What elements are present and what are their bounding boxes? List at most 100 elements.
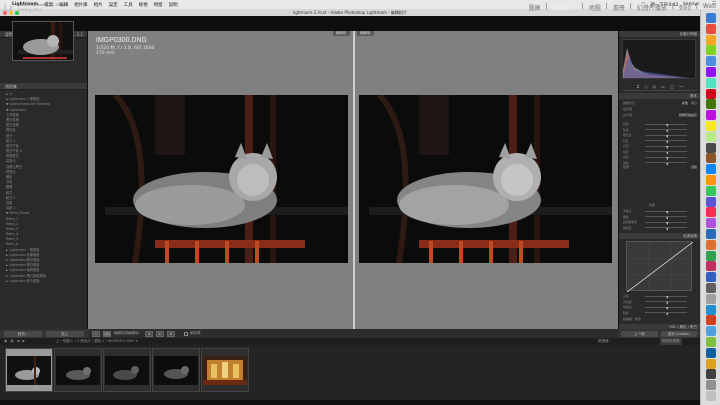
zoom-1-1[interactable]: 1:1 (77, 31, 83, 37)
dock-app-icon[interactable] (706, 218, 716, 229)
forward-arrow-icon[interactable]: ▶ (22, 338, 25, 345)
menu-settings[interactable]: 設定 (109, 2, 118, 8)
crop-tool-icon[interactable]: ⌗ (637, 84, 639, 89)
soft-proof-checkbox[interactable] (184, 331, 188, 336)
wb-select[interactable]: 相機原始設定 (679, 113, 697, 117)
tone-curve-header[interactable]: 色調曲線 (619, 233, 701, 239)
filmstrip-thumb[interactable] (201, 348, 249, 392)
filmstrip-source[interactable]: 上一個匯入 / 4 張相片 / 選取 1 / IMGP0300.DNG ▾ (56, 338, 138, 345)
module-library[interactable]: 圖庫 (529, 3, 541, 12)
dock-app-icon[interactable] (706, 347, 716, 358)
adjust-slider[interactable]: 白色 (623, 155, 697, 161)
module-develop[interactable]: 編輯相片 (553, 3, 577, 12)
adjust-slider[interactable]: 暗色調 (623, 305, 697, 311)
slider-knob[interactable] (666, 227, 669, 231)
before-photo[interactable] (95, 95, 348, 263)
histogram-header[interactable]: 色階分佈圖 (619, 31, 701, 37)
adjust-slider[interactable]: 清晰度 (623, 209, 697, 215)
profile-label[interactable]: 設定檔 (623, 107, 632, 111)
dock-app-icon[interactable] (706, 207, 716, 218)
previous-button[interactable]: 上一個 (621, 330, 658, 337)
red-eye-icon[interactable]: ◎ (653, 84, 657, 89)
dock-app-icon[interactable] (706, 175, 716, 185)
slider-track[interactable] (645, 312, 687, 316)
reset-button[interactable]: 重設 (Adobe) (660, 330, 697, 337)
slider-track[interactable] (645, 162, 687, 166)
dock-app-icon[interactable] (706, 315, 716, 326)
dock-app-icon[interactable] (706, 261, 716, 272)
slider-track[interactable] (645, 227, 687, 231)
filmstrip-thumb[interactable] (103, 348, 151, 392)
dock-app-icon[interactable] (706, 358, 716, 369)
slider-knob[interactable] (666, 312, 669, 316)
filmstrip-thumb[interactable] (152, 348, 200, 392)
adjust-slider[interactable]: 細節 (623, 215, 697, 220)
menu-help[interactable]: 說明 (169, 2, 178, 8)
dock-app-icon[interactable] (706, 283, 716, 293)
copy-after-to-before-icon[interactable]: ⇇ (156, 330, 164, 337)
adjust-slider[interactable]: 黑色 (623, 161, 697, 166)
swap-before-after-icon[interactable]: ⇄ (167, 330, 175, 337)
module-print[interactable]: 列印 (679, 3, 691, 12)
dock-app-icon[interactable] (706, 369, 716, 380)
back-arrow-icon[interactable]: ◀ (17, 338, 20, 345)
grid-icon[interactable]: ▦ (10, 338, 13, 345)
menu-tools[interactable]: 工具 (124, 2, 133, 8)
slider-track[interactable] (645, 216, 687, 220)
dock-app-icon[interactable] (706, 110, 716, 121)
paste-button[interactable]: 貼上 (46, 330, 84, 337)
adjust-slider[interactable]: 色溫 (623, 122, 697, 128)
dock-app-icon[interactable] (706, 142, 716, 153)
preset-item[interactable]: ► Lightroom 影片預設 (6, 279, 87, 284)
treatment-bw[interactable]: 黑白 (691, 101, 697, 105)
slider-track[interactable] (645, 145, 687, 150)
dock-app-icon[interactable] (706, 229, 716, 239)
dock-app-icon[interactable] (706, 34, 716, 45)
loupe-view-icon[interactable]: ▭ (92, 330, 100, 337)
before-after-view-button[interactable]: YY (103, 330, 111, 337)
dock-app-icon[interactable] (706, 153, 716, 164)
adjust-slider[interactable]: 自然飽和度 (623, 220, 697, 226)
slider-track[interactable] (645, 140, 687, 144)
slider-track[interactable] (645, 301, 687, 305)
adjust-slider[interactable]: 陰影 (623, 150, 697, 155)
dock-app-icon[interactable] (706, 88, 716, 99)
menu-window[interactable]: 視窗 (154, 2, 163, 8)
dock-app-icon[interactable] (706, 67, 716, 77)
copy-button[interactable]: 拷貝... (4, 330, 42, 337)
filter-select[interactable]: 關閉篩選器 (660, 338, 682, 345)
dock-app-icon[interactable] (706, 56, 716, 67)
dock-app-icon[interactable] (706, 272, 716, 283)
dock-app-icon[interactable] (706, 391, 716, 401)
dock-app-icon[interactable] (706, 77, 716, 88)
presets-header[interactable]: 預設集 (0, 83, 87, 90)
dock-app-icon[interactable] (706, 250, 716, 261)
menu-library[interactable]: 相片庫 (74, 2, 88, 8)
dock-app-icon[interactable] (706, 131, 716, 142)
adjustment-brush-icon[interactable]: ― (679, 84, 683, 89)
dock-app-icon[interactable] (706, 239, 716, 250)
identity-plate-line2[interactable]: kenny chu (18, 8, 41, 13)
slider-track[interactable] (645, 151, 687, 155)
dock-app-icon[interactable] (706, 326, 716, 337)
menu-view[interactable]: 檢視 (139, 2, 148, 8)
point-curve-select[interactable]: 點曲線：線性 (623, 317, 641, 321)
tone-curve-graph[interactable] (626, 241, 694, 293)
spot-removal-icon[interactable]: ○ (644, 84, 648, 89)
dock-app-icon[interactable] (706, 380, 716, 391)
adjust-slider[interactable]: 陰影 (623, 311, 697, 316)
slider-track[interactable] (645, 210, 687, 215)
navigator-preview[interactable] (12, 21, 74, 61)
adjust-slider[interactable]: 色調 (623, 128, 697, 133)
secondary-window-icon[interactable]: ▣ (4, 338, 7, 345)
after-photo[interactable] (359, 95, 612, 263)
slider-track[interactable] (645, 123, 687, 128)
dock-app-icon[interactable] (706, 304, 716, 315)
dock-app-icon[interactable] (706, 13, 716, 23)
dock-app-icon[interactable] (706, 196, 716, 207)
filmstrip-thumb[interactable] (54, 348, 102, 392)
slider-track[interactable] (645, 306, 687, 311)
radial-filter-icon[interactable]: ◯ (670, 84, 674, 89)
adjust-slider[interactable]: 亮色調 (623, 300, 697, 305)
slider-track[interactable] (645, 134, 687, 139)
